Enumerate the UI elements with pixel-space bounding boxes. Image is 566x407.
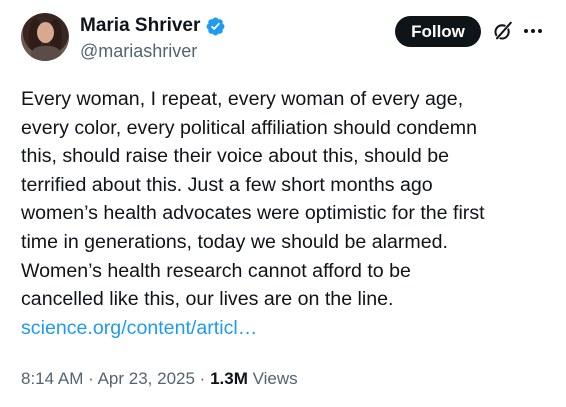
verified-badge-icon[interactable] <box>205 16 226 37</box>
tweet-body: Every woman, I repeat, every woman of ev… <box>21 88 485 311</box>
tweet-text: Every woman, I repeat, every woman of ev… <box>21 85 551 342</box>
meta-separator: · <box>88 369 94 388</box>
avatar-body <box>31 46 61 61</box>
author-display-name[interactable]: Maria Shriver <box>80 15 200 37</box>
author-block: Maria Shriver @mariashriver <box>80 15 226 62</box>
views-label: Views <box>252 369 298 388</box>
tweet-meta: 8:14 AM · Apr 23, 2025 · 1.3M Views <box>21 369 298 389</box>
tweet-link[interactable]: science.org/content/articl… <box>21 317 257 339</box>
meta-separator-2: · <box>199 369 206 388</box>
author-name-row[interactable]: Maria Shriver <box>80 15 226 37</box>
tweet-time[interactable]: 8:14 AM <box>21 369 83 388</box>
follow-button[interactable]: Follow <box>395 16 481 47</box>
tweet-card: Maria Shriver @mariashriver Follow Every… <box>0 0 566 407</box>
author-handle[interactable]: @mariashriver <box>80 40 226 62</box>
more-icon[interactable] <box>522 21 544 41</box>
grok-icon[interactable] <box>492 20 514 42</box>
tweet-date[interactable]: Apr 23, 2025 <box>98 369 195 388</box>
avatar[interactable] <box>21 13 69 61</box>
avatar-face <box>37 22 54 43</box>
views-count: 1.3M <box>210 369 248 388</box>
